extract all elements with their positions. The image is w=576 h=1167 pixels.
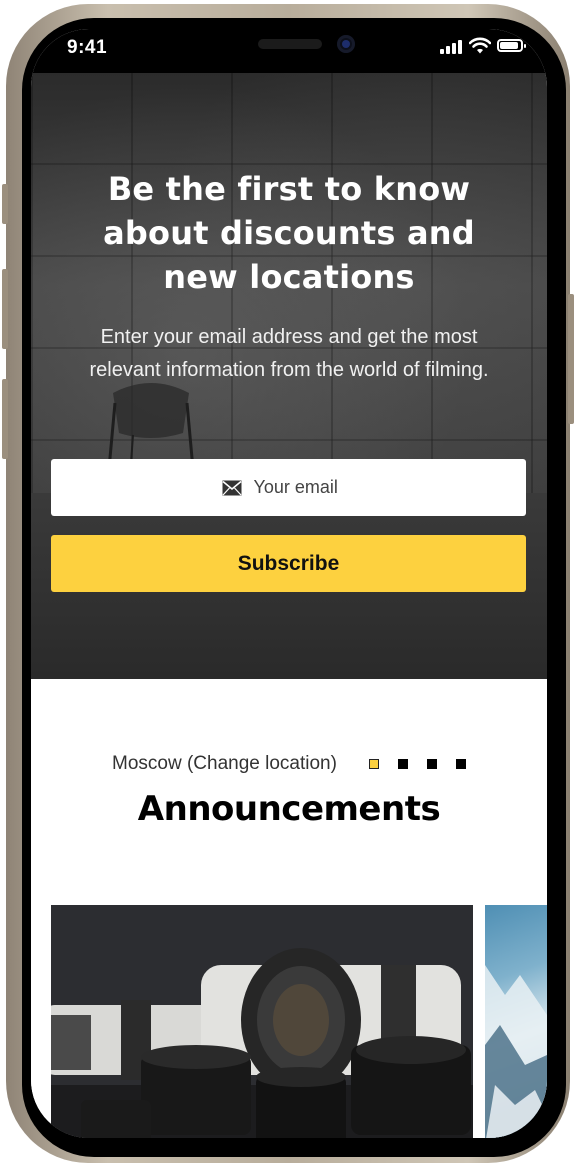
hero-title-line: about discounts and	[103, 214, 475, 252]
front-camera	[337, 35, 355, 53]
cellular-signal-icon	[440, 40, 462, 54]
status-bar: 9:41	[31, 29, 547, 73]
wifi-icon	[469, 37, 491, 54]
power-button	[568, 294, 574, 424]
camera-lenses-photo	[51, 905, 473, 1138]
email-field[interactable]	[51, 459, 526, 516]
pagination-dot[interactable]	[427, 759, 437, 769]
location-row: Moscow (Change location)	[31, 751, 547, 777]
mail-icon	[221, 480, 242, 495]
status-time: 9:41	[67, 37, 108, 58]
announcement-card-next[interactable]	[485, 905, 547, 1138]
hero-title-line: new locations	[163, 258, 415, 296]
announcements-title: Announcements	[137, 789, 441, 829]
mute-switch	[2, 184, 8, 224]
hero-subtitle-line: Enter your email address and get the mos…	[100, 326, 478, 348]
pagination-dot[interactable]	[398, 759, 408, 769]
announcement-card-image[interactable]	[51, 905, 473, 1138]
hero-title: Be the first to know about discounts and…	[31, 167, 547, 299]
mountain-snow-photo	[485, 965, 547, 1138]
earpiece-speaker	[258, 39, 322, 49]
pagination-dot[interactable]	[456, 759, 466, 769]
hero-title-line: Be the first to know	[107, 170, 471, 208]
hero-subtitle-line: relevant information from the world of f…	[89, 359, 489, 381]
subscribe-hero: Be the first to know about discounts and…	[31, 73, 547, 679]
battery-icon	[497, 39, 526, 52]
pagination-dot-active[interactable]	[369, 759, 379, 769]
announcements-section: Moscow (Change location) Announcements	[31, 679, 547, 1138]
change-location-link[interactable]: Moscow (Change location)	[112, 753, 337, 775]
hero-subtitle: Enter your email address and get the mos…	[41, 321, 537, 387]
volume-up-button	[2, 269, 8, 349]
phone-screen: 9:41 Be the first to know about discount…	[31, 29, 547, 1138]
volume-down-button	[2, 379, 8, 459]
email-input[interactable]	[251, 476, 356, 499]
subscribe-button[interactable]: Subscribe	[51, 535, 526, 592]
